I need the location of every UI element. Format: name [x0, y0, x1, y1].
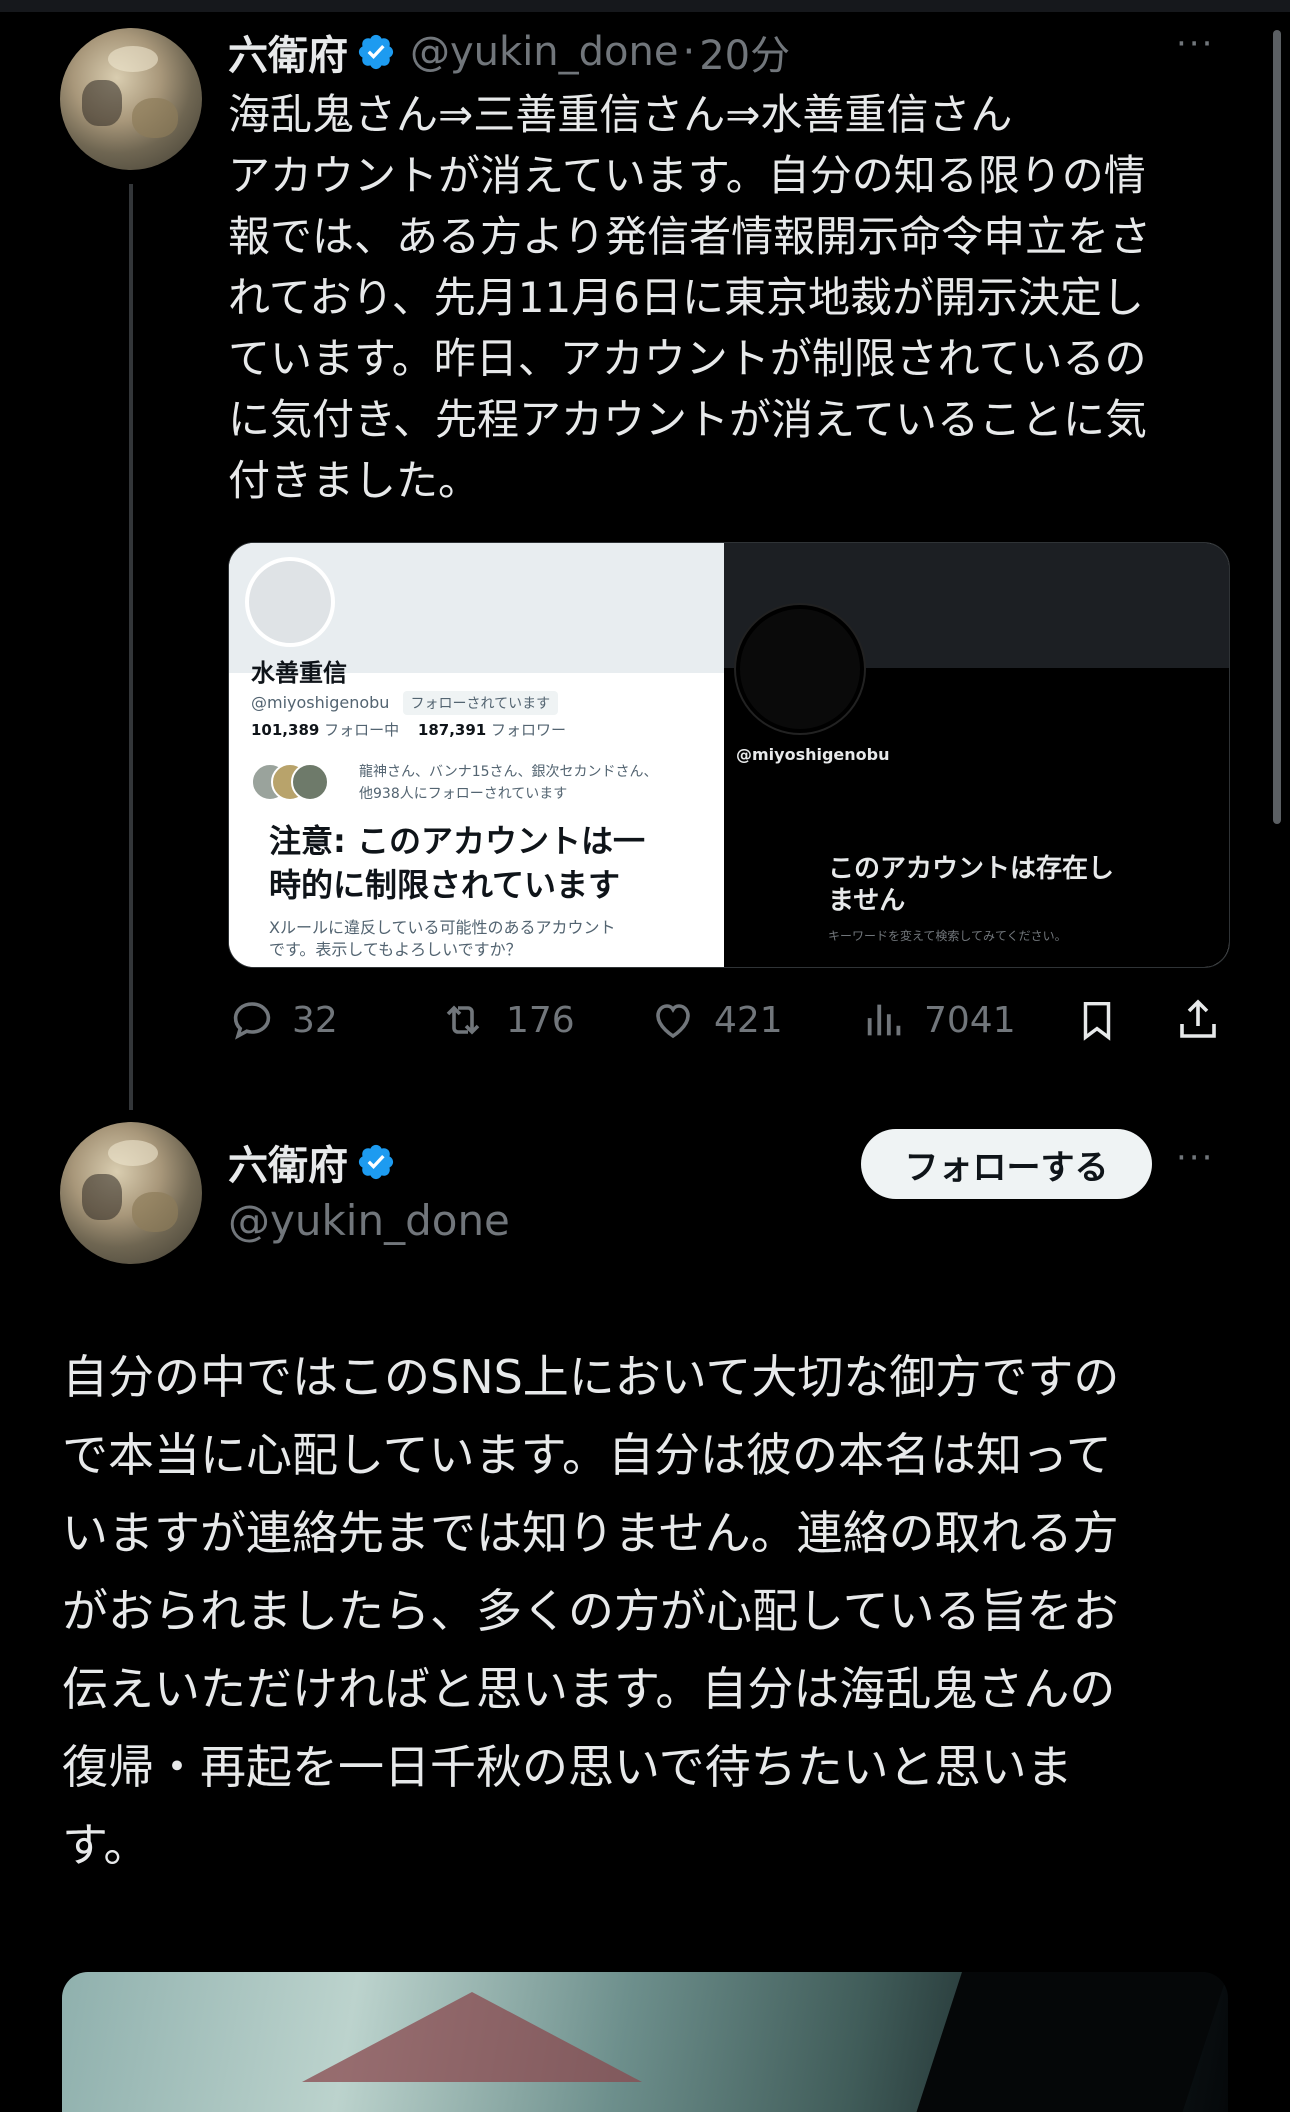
warning-subtext: Xルールに違反している可能性のあるアカウント です。表示してもよろしいですか？: [269, 917, 615, 961]
text-line: がおられましたら、多くの方が心配している旨をお: [62, 1584, 1119, 1638]
text-line: 伝えいただければと思います。自分は海乱鬼さんの: [62, 1662, 1116, 1716]
warning-line: 時的に制限されています: [269, 866, 621, 904]
warning-line: 注意: このアカウントは一: [269, 822, 645, 860]
text-line: れており、先月11月6日に東京地裁が開示決定し: [228, 273, 1144, 322]
not-exist-subtext: キーワードを変えて検索してみてください。: [828, 929, 1067, 943]
views-count: 7041: [924, 999, 1016, 1041]
text-line: で本当に心配しています。自分は彼の本名は知って: [62, 1428, 1112, 1482]
display-name[interactable]: 六衛府: [228, 23, 348, 81]
warning-sub-line: です。表示してもよろしいですか？: [269, 940, 522, 959]
follow-button[interactable]: フォローする: [861, 1129, 1152, 1199]
follows-you-badge: フォローされています: [402, 691, 559, 715]
not-exist-line: このアカウントは存在し: [828, 854, 1115, 884]
reply-count: 32: [292, 999, 338, 1041]
mutuals-line: 龍神さん、バンナ15さん、銀次セカンドさん、: [359, 764, 658, 780]
handle[interactable]: @yukin_done: [228, 1196, 510, 1245]
bookmark-icon: [1083, 1001, 1111, 1041]
reply-button[interactable]: 32: [228, 990, 338, 1050]
mutual-avatars: [251, 763, 329, 801]
photo-roof-shape: [302, 1992, 642, 2082]
separator: ·: [682, 29, 696, 75]
text-line: アカウントが消えています。自分の知る限りの情: [228, 151, 1146, 200]
avatar[interactable]: [60, 28, 202, 170]
repost-button[interactable]: 176: [436, 990, 575, 1050]
top-divider: [0, 0, 1290, 12]
photo-dark-region: [916, 1972, 1228, 2112]
avatar[interactable]: [60, 1122, 202, 1264]
warning-title: 注意: このアカウントは一 時的に制限されています: [269, 819, 645, 907]
mutuals-line: 他938人にフォローされています: [359, 786, 568, 802]
text-line: 報では、ある方より発信者情報開示命令申立をさ: [228, 212, 1152, 261]
repost-count: 176: [506, 999, 575, 1041]
restricted-profile-screenshot: 水善重信 @miyoshigenobu フォローされています 101,389 フ…: [229, 543, 724, 967]
tweet-text: 自分の中ではこのSNS上において大切な御方ですの で本当に心配しています。自分は…: [62, 1338, 1262, 1884]
text-line: 付きました。: [228, 456, 481, 505]
repost-icon: [446, 1005, 480, 1035]
display-name[interactable]: 六衛府: [228, 1133, 348, 1191]
not-exist-title: このアカウントは存在し ません: [828, 853, 1114, 917]
text-line: いますが連絡先までは知りません。連絡の取れる方: [62, 1506, 1119, 1560]
profile-handle-row: @miyoshigenobu フォローされています: [251, 691, 559, 715]
following-label: フォロー中: [324, 721, 400, 739]
attached-image[interactable]: 水善重信 @miyoshigenobu フォローされています 101,389 フ…: [228, 542, 1230, 968]
share-button[interactable]: [1174, 990, 1238, 1050]
verified-badge-icon: [356, 32, 396, 72]
profile-name: 水善重信: [251, 659, 347, 687]
heart-icon: [656, 1004, 690, 1039]
more-icon[interactable]: ···: [1176, 1138, 1214, 1178]
like-button[interactable]: 421: [648, 990, 783, 1050]
followers-count: 187,391: [417, 721, 487, 739]
profile-picture: [245, 557, 335, 647]
views-icon: [867, 1004, 901, 1036]
text-line: 復帰・再起を一日千秋の思いで待ちたいと思いま: [62, 1740, 1073, 1794]
profile-handle: @miyoshigenobu: [251, 693, 390, 712]
text-line: 海乱鬼さん⇒三善重信さん⇒水善重信さん: [228, 90, 1013, 139]
not-exist-line: ません: [828, 886, 906, 916]
timestamp[interactable]: 20分: [699, 23, 790, 81]
handle[interactable]: @yukin_done: [410, 29, 678, 75]
scrollbar[interactable]: [1273, 30, 1281, 824]
mutuals-text: 龍神さん、バンナ15さん、銀次セカンドさん、 他938人にフォローされています: [359, 761, 658, 805]
thread-line: [129, 184, 133, 1110]
reply-icon: [233, 1002, 271, 1040]
text-line: す。: [62, 1818, 150, 1872]
text-line: 自分の中ではこのSNS上において大切な御方ですの: [62, 1350, 1120, 1404]
follow-counts: 101,389 フォロー中 187,391 フォロワー: [251, 719, 566, 740]
more-icon[interactable]: ···: [1176, 24, 1214, 64]
bookmark-button[interactable]: [1074, 990, 1136, 1050]
warning-sub-line: Xルールに違反している可能性のあるアカウント: [269, 918, 616, 937]
following-count: 101,389: [251, 721, 320, 739]
views-button[interactable]: 7041: [862, 990, 1016, 1050]
profile-picture: [736, 605, 864, 733]
followers-label: フォロワー: [491, 721, 567, 739]
tweet-text: 海乱鬼さん⇒三善重信さん⇒水善重信さん アカウントが消えています。自分の知る限り…: [228, 84, 1248, 511]
profile-handle: @miyoshigenobu: [736, 745, 890, 764]
author-row: 六衛府: [228, 1134, 396, 1190]
like-count: 421: [714, 999, 783, 1041]
attached-photo[interactable]: [62, 1972, 1228, 2112]
share-icon: [1180, 999, 1216, 1038]
verified-badge-icon: [356, 1142, 396, 1182]
deleted-account-screenshot: @miyoshigenobu このアカウントは存在し ません キーワードを変えて…: [724, 543, 1229, 967]
tweet-header: 六衛府 @yukin_done · 20分: [228, 24, 790, 80]
text-line: ています。昨日、アカウントが制限されているの: [228, 334, 1147, 383]
text-line: に気付き、先程アカウントが消えていることに気: [228, 395, 1147, 444]
